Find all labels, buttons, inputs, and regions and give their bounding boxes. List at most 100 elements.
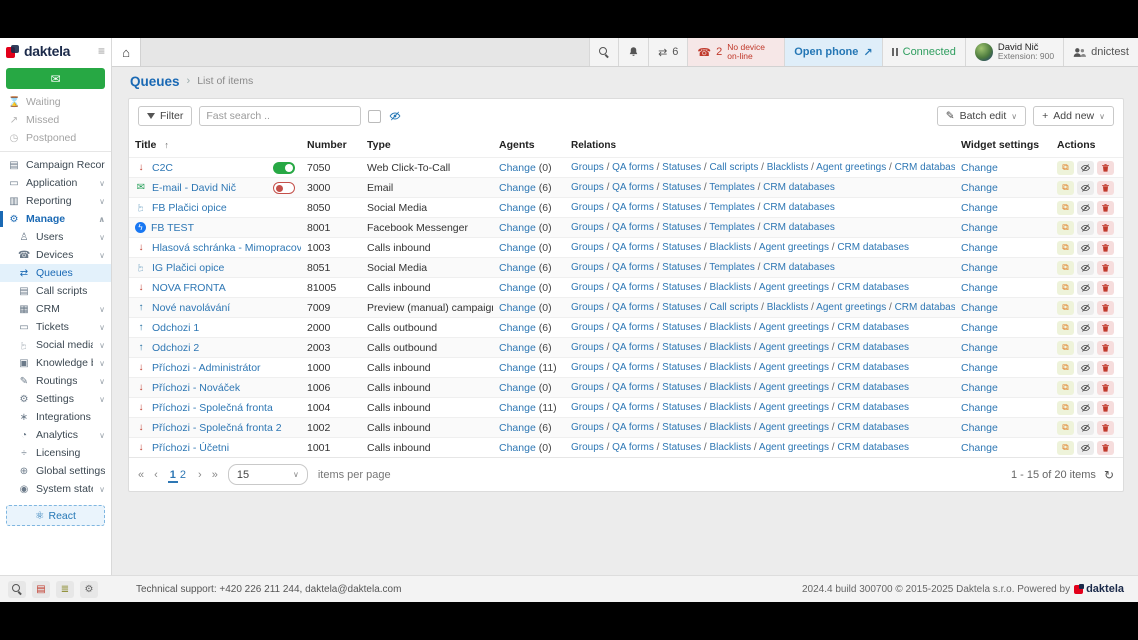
widget-change-link[interactable]: Change <box>961 302 998 314</box>
clone-button[interactable]: ⧉ <box>1057 341 1074 355</box>
queue-title-link[interactable]: Odchozi 2 <box>152 342 199 354</box>
clone-button[interactable]: ⧉ <box>1057 381 1074 395</box>
queue-title-link[interactable]: Příchozi - Společná fronta 2 <box>152 422 282 434</box>
sidebar-item-postponed[interactable]: ◷Postponed <box>0 129 111 147</box>
relation-link-crm-databases[interactable]: CRM databases <box>837 422 909 433</box>
delete-button[interactable] <box>1097 161 1114 175</box>
relation-link-statuses[interactable]: Statuses <box>662 402 701 413</box>
last-page-button[interactable]: » <box>212 469 218 481</box>
relation-link-agent-greetings[interactable]: Agent greetings <box>759 382 829 393</box>
notifications-button[interactable] <box>618 38 648 66</box>
queue-title-link[interactable]: C2C <box>152 162 173 174</box>
open-phone-button[interactable]: Open phone ↗ <box>784 38 881 66</box>
relation-link-crm-databases[interactable]: CRM databases <box>837 342 909 353</box>
relation-link-crm-databases[interactable]: CRM databases <box>837 402 909 413</box>
queue-toggle[interactable] <box>273 182 295 194</box>
relation-link-qa-forms[interactable]: QA forms <box>612 282 654 293</box>
queue-title-link[interactable]: Nové navolávání <box>152 302 230 314</box>
sidebar-item-settings[interactable]: ⚙Settings∨ <box>0 390 111 408</box>
agents-change-link[interactable]: Change <box>499 202 536 214</box>
clone-button[interactable]: ⧉ <box>1057 221 1074 235</box>
sidebar-item-social-media[interactable]: ☞Social media∨ <box>0 336 111 354</box>
relation-link-qa-forms[interactable]: QA forms <box>612 322 654 333</box>
widget-change-link[interactable]: Change <box>961 242 998 254</box>
relation-link-crm-databases[interactable]: CRM databases <box>837 282 909 293</box>
sort-asc-icon[interactable]: ↑ <box>164 140 169 150</box>
relation-link-qa-forms[interactable]: QA forms <box>612 262 654 273</box>
relation-link-agent-greetings[interactable]: Agent greetings <box>816 302 886 313</box>
relation-link-qa-forms[interactable]: QA forms <box>612 222 654 233</box>
relation-link-groups[interactable]: Groups <box>571 442 604 453</box>
relation-link-templates[interactable]: Templates <box>709 262 755 273</box>
delete-button[interactable] <box>1097 321 1114 335</box>
widget-change-link[interactable]: Change <box>961 162 998 174</box>
select-all-checkbox[interactable] <box>368 110 381 123</box>
widget-change-link[interactable]: Change <box>961 262 998 274</box>
agents-change-link[interactable]: Change <box>499 302 536 314</box>
sidebar-item-devices[interactable]: ☎Devices∨ <box>0 246 111 264</box>
items-per-page-select[interactable]: 15 ∨ <box>228 464 308 485</box>
clone-button[interactable]: ⧉ <box>1057 161 1074 175</box>
relation-link-qa-forms[interactable]: QA forms <box>612 442 654 453</box>
relation-link-statuses[interactable]: Statuses <box>662 202 701 213</box>
relation-link-qa-forms[interactable]: QA forms <box>612 162 654 173</box>
transfers-button[interactable]: ⇄ 6 <box>648 38 687 66</box>
relation-link-agent-greetings[interactable]: Agent greetings <box>759 282 829 293</box>
fast-search-input[interactable] <box>199 106 361 126</box>
relation-link-statuses[interactable]: Statuses <box>662 282 701 293</box>
relation-link-agent-greetings[interactable]: Agent greetings <box>759 242 829 253</box>
clone-button[interactable]: ⧉ <box>1057 441 1074 455</box>
relation-link-blacklists[interactable]: Blacklists <box>709 342 751 353</box>
first-page-button[interactable]: « <box>138 469 144 481</box>
agents-change-link[interactable]: Change <box>499 422 536 434</box>
clone-button[interactable]: ⧉ <box>1057 301 1074 315</box>
deactivate-button[interactable] <box>1077 301 1094 315</box>
relation-link-groups[interactable]: Groups <box>571 282 604 293</box>
delete-button[interactable] <box>1097 281 1114 295</box>
relation-link-statuses[interactable]: Statuses <box>662 222 701 233</box>
sidebar-item-manage[interactable]: ⚙Manage∧ <box>0 210 111 228</box>
deactivate-button[interactable] <box>1077 401 1094 415</box>
page-button-2[interactable]: 2 <box>178 469 188 481</box>
queue-title-link[interactable]: Příchozi - Administrátor <box>152 362 261 374</box>
relation-link-blacklists[interactable]: Blacklists <box>709 422 751 433</box>
widget-change-link[interactable]: Change <box>961 422 998 434</box>
deactivate-button[interactable] <box>1077 261 1094 275</box>
hamburger-icon[interactable]: ≡ <box>98 44 105 58</box>
column-visibility-icon[interactable] <box>388 110 402 122</box>
relation-link-templates[interactable]: Templates <box>709 222 755 233</box>
deactivate-button[interactable] <box>1077 221 1094 235</box>
relation-link-crm-databases[interactable]: CRM databases <box>837 362 909 373</box>
relation-link-statuses[interactable]: Statuses <box>662 242 701 253</box>
delete-button[interactable] <box>1097 181 1114 195</box>
relation-link-qa-forms[interactable]: QA forms <box>612 382 654 393</box>
widget-change-link[interactable]: Change <box>961 362 998 374</box>
manual-button[interactable]: ▤ <box>32 581 50 598</box>
delete-button[interactable] <box>1097 201 1114 215</box>
relation-link-groups[interactable]: Groups <box>571 182 604 193</box>
widget-change-link[interactable]: Change <box>961 402 998 414</box>
agents-change-link[interactable]: Change <box>499 222 536 234</box>
relation-link-blacklists[interactable]: Blacklists <box>709 382 751 393</box>
agents-change-link[interactable]: Change <box>499 402 536 414</box>
sidebar-item-application[interactable]: ▭Application∨ <box>0 174 111 192</box>
relation-link-agent-greetings[interactable]: Agent greetings <box>759 442 829 453</box>
batch-edit-button[interactable]: ✎ Batch edit ∨ <box>937 106 1026 126</box>
relation-link-blacklists[interactable]: Blacklists <box>709 242 751 253</box>
sidebar-item-campaign-records[interactable]: ▤Campaign Records <box>0 156 111 174</box>
relation-link-blacklists[interactable]: Blacklists <box>709 282 751 293</box>
global-search-button[interactable] <box>589 38 618 66</box>
footer-search-button[interactable] <box>8 581 26 598</box>
relation-link-qa-forms[interactable]: QA forms <box>612 342 654 353</box>
sidebar-item-analytics[interactable]: ◔Analytics∨ <box>0 426 111 444</box>
sidebar-item-global-settings[interactable]: ⊕Global settings <box>0 462 111 480</box>
relation-link-groups[interactable]: Groups <box>571 222 604 233</box>
react-switch-button[interactable]: ⚛ React <box>6 505 105 526</box>
relation-link-crm-databases[interactable]: CRM databases <box>763 222 835 233</box>
relation-link-call-scripts[interactable]: Call scripts <box>709 302 758 313</box>
deactivate-button[interactable] <box>1077 161 1094 175</box>
relation-link-statuses[interactable]: Statuses <box>662 382 701 393</box>
relation-link-crm-databases[interactable]: CRM databases <box>763 182 835 193</box>
deactivate-button[interactable] <box>1077 181 1094 195</box>
sidebar-item-integrations[interactable]: ∗Integrations <box>0 408 111 426</box>
